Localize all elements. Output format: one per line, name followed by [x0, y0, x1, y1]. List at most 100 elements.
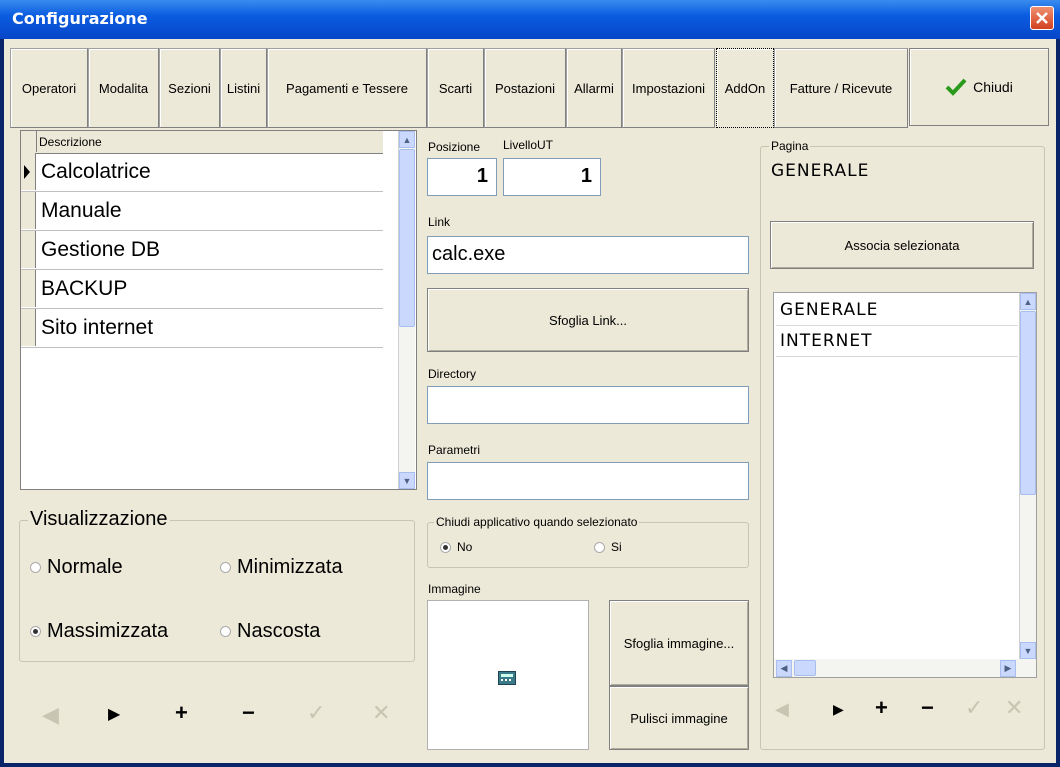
immagine-label: Immagine: [428, 582, 481, 596]
pulisci-immagine-button[interactable]: Pulisci immagine: [609, 686, 749, 750]
window-title: Configurazione: [12, 9, 148, 28]
scroll-thumb[interactable]: [1020, 311, 1036, 495]
link-input[interactable]: calc.exe: [427, 236, 749, 274]
sfoglia-immagine-button[interactable]: Sfoglia immagine...: [609, 600, 749, 686]
posizione-label: Posizione: [428, 140, 481, 154]
grid-scrollbar[interactable]: ▲ ▼: [398, 131, 415, 489]
pagina-current: GENERALE: [771, 161, 870, 181]
grid-cell: Manuale: [41, 199, 122, 222]
grid-cell: Gestione DB: [41, 238, 161, 261]
grid-cell: BACKUP: [41, 277, 128, 300]
cancel-icon[interactable]: ✕: [1005, 695, 1023, 721]
tab-allarmi[interactable]: Allarmi: [566, 48, 622, 128]
grid-row[interactable]: Manuale: [21, 192, 383, 231]
radio-label: Si: [611, 540, 622, 554]
remove-icon[interactable]: −: [921, 695, 934, 721]
addon-grid: Descrizione Calcolatrice Manuale Gestion…: [20, 130, 417, 490]
tab-modalita[interactable]: Modalita: [88, 48, 159, 128]
cancel-icon[interactable]: ✕: [372, 700, 390, 726]
livello-input[interactable]: 1: [503, 158, 601, 196]
tab-scarti[interactable]: Scarti: [427, 48, 484, 128]
tab-addon[interactable]: AddOn: [716, 48, 774, 128]
scroll-left-icon[interactable]: ◀: [776, 660, 792, 677]
title-bar: Configurazione: [0, 0, 1060, 39]
pagina-group: Pagina GENERALE Associa selezionata GENE…: [760, 139, 1045, 750]
radio-si[interactable]: Si: [594, 540, 622, 554]
parametri-label: Parametri: [428, 443, 481, 457]
immagine-preview: [427, 600, 589, 750]
radio-selected-icon: [440, 541, 451, 553]
add-icon[interactable]: +: [175, 700, 188, 726]
next-icon[interactable]: ▶: [108, 704, 120, 724]
visualizzazione-group: Visualizzazione Normale Minimizzata Mass…: [19, 508, 415, 662]
grid-cell: Calcolatrice: [41, 160, 151, 183]
header-indicator: [21, 131, 37, 152]
tab-fatture[interactable]: Fatture / Ricevute: [774, 48, 908, 128]
scroll-up-icon[interactable]: ▲: [399, 131, 415, 148]
tab-listini[interactable]: Listini: [220, 48, 267, 128]
scroll-thumb[interactable]: [399, 149, 415, 327]
grid-header: Descrizione: [21, 131, 383, 154]
chiudi-applicativo-group: Chiudi applicativo quando selezionato No…: [427, 515, 749, 568]
add-icon[interactable]: +: [875, 695, 888, 721]
row-indicator: [21, 270, 36, 307]
tab-impostazioni[interactable]: Impostazioni: [622, 48, 715, 128]
tab-pagamenti[interactable]: Pagamenti e Tessere: [267, 48, 427, 128]
grid-row[interactable]: Gestione DB: [21, 231, 383, 270]
grid-row[interactable]: BACKUP: [21, 270, 383, 309]
tab-operatori[interactable]: Operatori: [10, 48, 88, 128]
radio-label: Nascosta: [237, 620, 321, 642]
radio-icon: [220, 626, 231, 637]
tab-postazioni[interactable]: Postazioni: [484, 48, 566, 128]
chiudi-applicativo-label: Chiudi applicativo quando selezionato: [434, 515, 640, 529]
close-window-button[interactable]: [1030, 6, 1054, 30]
scroll-thumb[interactable]: [794, 660, 816, 676]
chiudi-label: Chiudi: [973, 79, 1013, 95]
pagina-list: GENERALE INTERNET ▲ ▼ ◀ ▶: [773, 292, 1037, 678]
confirm-icon[interactable]: ✓: [965, 695, 983, 721]
radio-normale[interactable]: Normale: [30, 556, 123, 579]
radio-icon: [30, 562, 41, 573]
associa-button[interactable]: Associa selezionata: [770, 221, 1034, 269]
grid-header-descrizione: Descrizione: [39, 135, 102, 149]
list-item-label: INTERNET: [780, 331, 873, 351]
sfoglia-link-button[interactable]: Sfoglia Link...: [427, 288, 749, 352]
scroll-down-icon[interactable]: ▼: [1020, 642, 1036, 659]
check-icon: [945, 78, 967, 96]
directory-label: Directory: [428, 367, 477, 381]
radio-no[interactable]: No: [440, 540, 472, 554]
calculator-icon: [498, 671, 516, 685]
radio-label: Normale: [47, 556, 123, 578]
radio-label: No: [457, 540, 473, 554]
directory-input[interactable]: [427, 386, 749, 424]
radio-massimizzata[interactable]: Massimizzata: [30, 620, 168, 643]
radio-label: Massimizzata: [47, 620, 169, 642]
confirm-icon[interactable]: ✓: [307, 700, 325, 726]
prev-icon[interactable]: ◀: [42, 702, 59, 728]
grid-row[interactable]: Sito internet: [21, 309, 383, 348]
current-row-arrow-icon: [24, 165, 30, 179]
list-vscrollbar[interactable]: ▲ ▼: [1019, 293, 1036, 659]
list-item[interactable]: GENERALE: [776, 295, 1018, 326]
row-indicator: [21, 192, 36, 229]
scroll-right-icon[interactable]: ▶: [1000, 660, 1016, 677]
scroll-up-icon[interactable]: ▲: [1020, 293, 1036, 310]
pagina-title: Pagina: [769, 139, 811, 153]
next-icon[interactable]: ▶: [833, 701, 844, 718]
row-indicator: [21, 309, 36, 346]
list-hscrollbar[interactable]: ◀ ▶: [774, 659, 1036, 677]
row-indicator: [21, 231, 36, 268]
chiudi-button[interactable]: Chiudi: [909, 48, 1049, 126]
radio-minimizzata[interactable]: Minimizzata: [220, 556, 343, 579]
posizione-input[interactable]: 1: [427, 158, 497, 196]
remove-icon[interactable]: −: [242, 700, 255, 726]
scroll-down-icon[interactable]: ▼: [399, 472, 415, 489]
grid-row[interactable]: Calcolatrice: [21, 153, 383, 192]
parametri-input[interactable]: [427, 462, 749, 500]
list-item[interactable]: INTERNET: [776, 326, 1018, 357]
radio-nascosta[interactable]: Nascosta: [220, 620, 320, 643]
prev-icon[interactable]: ◀: [775, 699, 789, 720]
radio-icon: [220, 562, 231, 573]
livello-label: LivelloUT: [503, 138, 554, 152]
tab-sezioni[interactable]: Sezioni: [159, 48, 220, 128]
